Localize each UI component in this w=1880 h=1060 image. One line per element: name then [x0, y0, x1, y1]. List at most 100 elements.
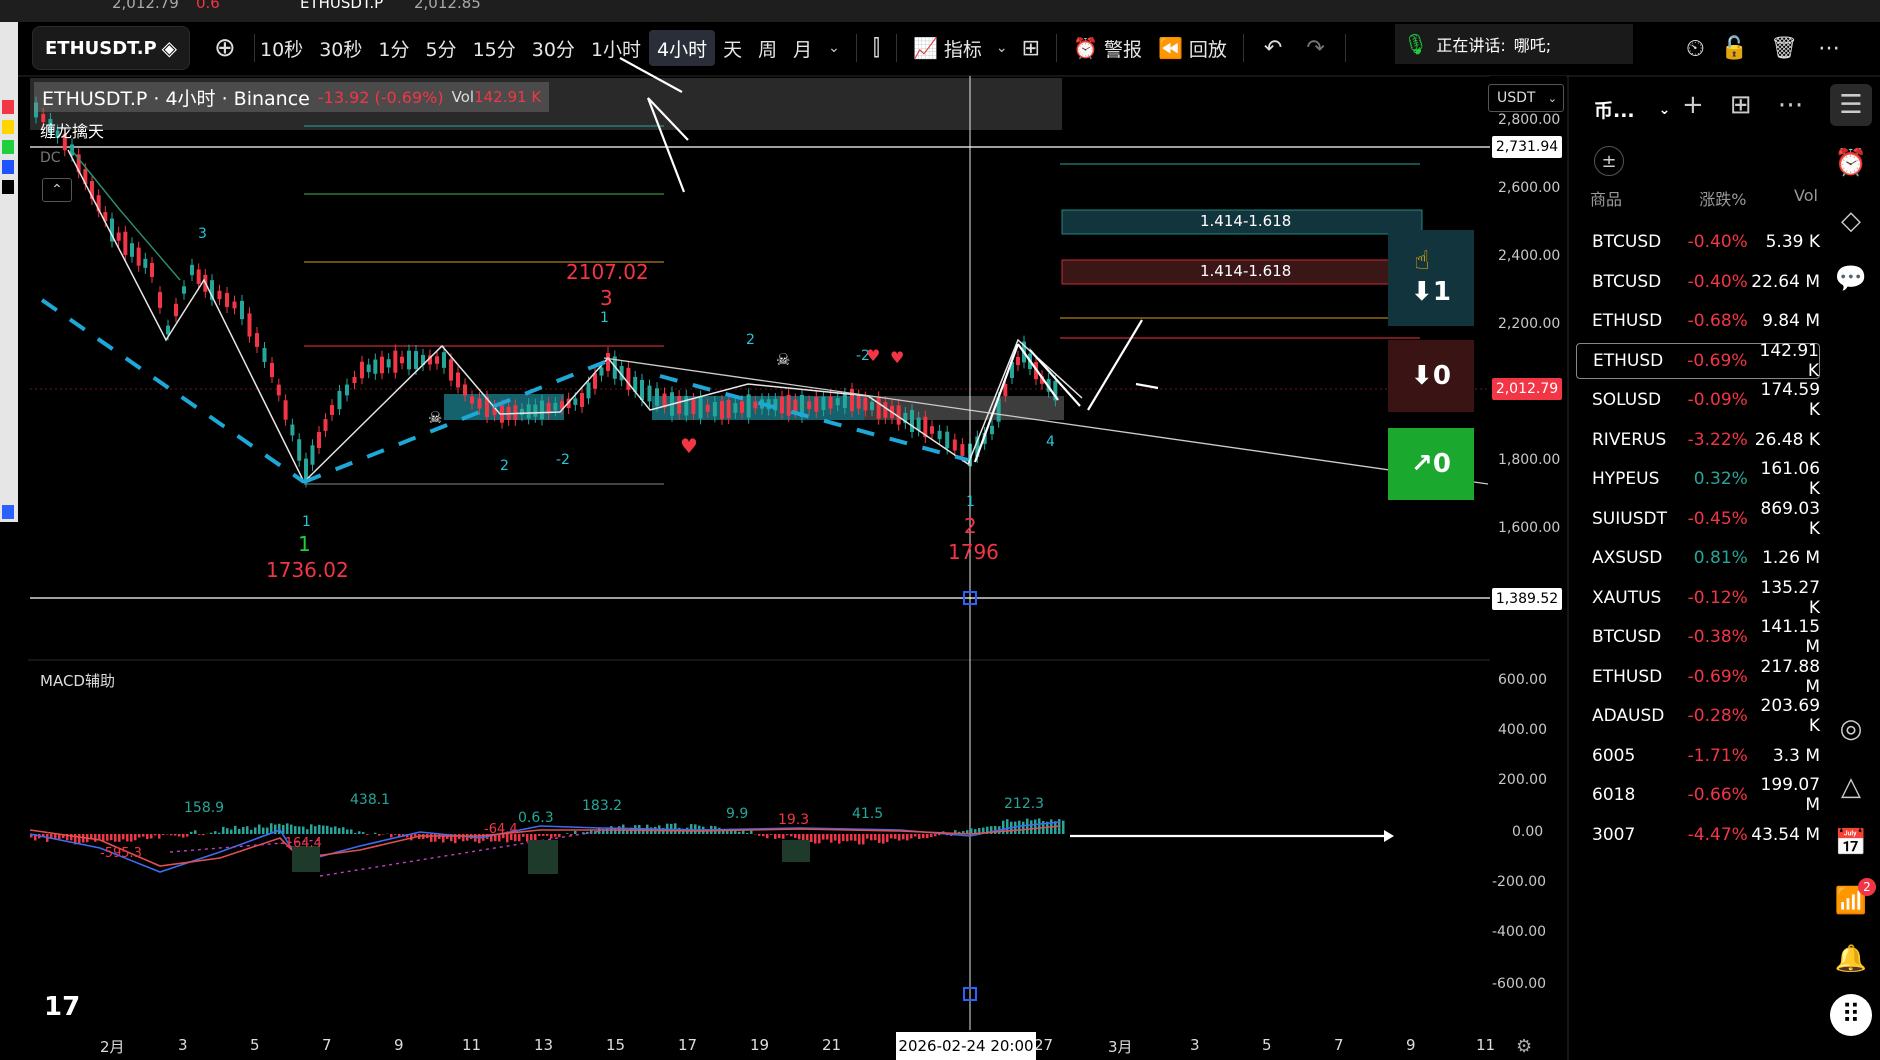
timeframe-week[interactable]: 周 — [750, 30, 785, 66]
macd-bar — [750, 830, 753, 834]
time-tick: 27 — [1034, 1036, 1054, 1054]
watchlist-symbol: XAUTUS — [1592, 587, 1662, 608]
macd-bar — [1026, 818, 1029, 834]
dc-label[interactable]: DC — [40, 150, 61, 166]
macd-bar — [198, 834, 201, 835]
chart-legend[interactable]: ETHUSDT.P · 4小时 · Binance -13.92 (-0.69%… — [34, 82, 550, 112]
bell-icon[interactable]: 🔔 — [1830, 938, 1872, 980]
table-view-icon[interactable]: ⊞ — [1730, 90, 1752, 120]
heart-icon: ♥ — [890, 348, 905, 367]
timeframe-30s[interactable]: 30秒 — [311, 30, 370, 66]
timeframe-5m[interactable]: 5分 — [417, 30, 464, 66]
legend-vol-label: Vol — [451, 88, 475, 106]
add-symbol-icon[interactable]: + — [1682, 90, 1704, 120]
macd-name[interactable]: MACD辅助 — [40, 670, 115, 691]
watchlist-row[interactable]: 3007 -4.47% 43.54 M — [1576, 817, 1820, 853]
trash-icon[interactable]: 🗑 — [1764, 36, 1804, 61]
settings-gear-icon[interactable]: ⚙ — [1516, 1036, 1532, 1057]
watchlist-row[interactable]: SUIUSDT -0.45% 869.03 K — [1576, 499, 1820, 539]
col-vol[interactable]: Vol — [1747, 186, 1818, 210]
calendar-icon[interactable]: 📅 — [1830, 822, 1872, 864]
more-icon[interactable]: ⋯ — [1778, 90, 1804, 120]
macd-bar — [878, 834, 881, 844]
symbol-search[interactable]: ETHUSDT.P ◈ — [32, 26, 190, 70]
separator — [1056, 34, 1058, 62]
watchlist-change: -0.45% — [1687, 508, 1748, 529]
timeframe-month[interactable]: 月 — [785, 30, 820, 66]
timeframe-30m[interactable]: 30分 — [524, 30, 583, 66]
watchlist-row[interactable]: RIVERUS -3.22% 26.48 K — [1576, 422, 1820, 458]
watchlist-row[interactable]: HYPEUS 0.32% 161.06 K — [1576, 459, 1820, 499]
watchlist-row[interactable]: ETHUSD -0.69% 217.88 M — [1576, 657, 1820, 697]
candle-body — [821, 396, 826, 411]
timeframe-4h[interactable]: 4小时 — [649, 30, 716, 66]
chevron-down-icon[interactable]: ⌄ — [990, 40, 1014, 56]
tab-1-price[interactable]: 2,012.79 — [112, 0, 179, 12]
candle-body — [276, 384, 281, 396]
diamond-icon[interactable]: ◈ — [162, 36, 177, 60]
watchlist-title[interactable]: 币... ⌄ — [1594, 96, 1670, 123]
watchlist-row[interactable]: ETHUSD -0.68% 9.84 M — [1576, 303, 1820, 339]
watchlist-row[interactable]: BTCUSD -0.38% 141.15 M — [1576, 617, 1820, 657]
target-icon[interactable]: ◎ — [1830, 708, 1872, 750]
collapse-toggle-icon[interactable]: ± — [1594, 146, 1624, 176]
signal-down-1[interactable]: ⬇1 — [1388, 276, 1474, 308]
more-icon[interactable]: ⋯ — [1814, 36, 1844, 61]
pyramid-icon[interactable]: △ — [1830, 766, 1872, 808]
watchlist-row[interactable]: 6018 -0.66% 199.07 M — [1576, 775, 1821, 815]
timeframe-10s[interactable]: 10秒 — [252, 30, 311, 66]
watchlist-row[interactable]: ETHUSD -0.69% 142.91 K — [1576, 341, 1820, 381]
timeframe-day[interactable]: 天 — [715, 30, 750, 66]
macd-bar — [462, 834, 465, 842]
chat-icon[interactable]: 💬 — [1830, 258, 1872, 300]
chevron-down-icon[interactable]: ⌄ — [820, 40, 848, 56]
add-compare-icon[interactable]: ⊕ — [204, 33, 246, 63]
watchlist-row[interactable]: ADAUSD -0.28% 203.69 K — [1576, 696, 1820, 736]
macd-bar — [614, 828, 617, 834]
watchlist-volume: 199.07 M — [1760, 775, 1821, 815]
watchlist-row[interactable]: SOLUSD -0.09% 174.59 K — [1576, 380, 1820, 420]
timeframe-1h[interactable]: 1小时 — [583, 30, 649, 66]
microphone-icon[interactable]: 🎙 — [1403, 32, 1428, 56]
clock-icon[interactable]: ⏰ — [1830, 142, 1872, 184]
redo-icon[interactable]: ↷ — [1294, 36, 1336, 61]
macd-bar — [854, 834, 857, 841]
watchlist-row[interactable]: BTCUSD -0.40% 5.39 K — [1576, 224, 1820, 260]
candle-body — [463, 384, 467, 396]
watchlist-row[interactable]: XAUTUS -0.12% 135.27 K — [1576, 578, 1820, 618]
time-axis[interactable]: 2月 3 5 7 9 11 13 15 17 19 21 27 3月 3 5 7… — [28, 1030, 1495, 1060]
candle-body — [380, 356, 384, 374]
signal-down-0[interactable]: ⬇0 — [1388, 360, 1474, 392]
undo-icon[interactable]: ↶ — [1252, 36, 1294, 61]
watchlist-row[interactable]: 6005 -1.71% 3.3 M — [1576, 738, 1820, 774]
timeframe-1m[interactable]: 1分 — [370, 30, 417, 66]
col-symbol[interactable]: 商品 — [1590, 186, 1675, 210]
replay-button[interactable]: ⏪ 回放 — [1150, 30, 1235, 66]
indicators-button[interactable]: 📈 指标 — [905, 30, 990, 66]
candle-body — [540, 400, 544, 420]
macd-bar — [130, 834, 133, 842]
macd-bar — [558, 834, 561, 838]
timeframe-15m[interactable]: 15分 — [465, 30, 524, 66]
wave-label-small: 1 — [966, 494, 975, 510]
layout-grid-icon[interactable]: ⊞ — [1014, 36, 1048, 61]
time-tick: 21 — [822, 1036, 842, 1054]
currency-select[interactable]: USDT ⌄ — [1488, 84, 1564, 112]
candle-type-icon[interactable]: ⫿ — [865, 36, 888, 61]
apps-grid-icon[interactable]: ⠿ — [1830, 994, 1872, 1036]
signal-up-0[interactable]: ↗0 — [1388, 448, 1474, 480]
add-alert-icon[interactable]: ⏲ — [1686, 34, 1705, 62]
watchlist-row[interactable]: AXSUSD 0.81% 1.26 M — [1576, 540, 1820, 576]
watchlist-row[interactable]: BTCUSD -0.40% 22.64 M — [1576, 264, 1820, 300]
alarm-clock-icon: ⏰ — [1073, 36, 1098, 60]
alert-button[interactable]: ⏰ 警报 — [1065, 30, 1150, 66]
indicator-name[interactable]: 缠龙擒天 — [40, 118, 104, 142]
watchlist-icon[interactable]: ☰ — [1830, 84, 1872, 126]
layers-icon[interactable]: ◇ — [1830, 200, 1872, 242]
tab-2-name[interactable]: ETHUSDT.P — [300, 0, 383, 12]
col-change[interactable]: 涨跌% — [1675, 186, 1746, 210]
macd-bar — [374, 832, 377, 834]
candle-body — [573, 398, 578, 405]
collapse-legend-icon[interactable]: ⌃ — [42, 178, 72, 202]
lock-icon[interactable]: 🔓 — [1715, 36, 1754, 61]
